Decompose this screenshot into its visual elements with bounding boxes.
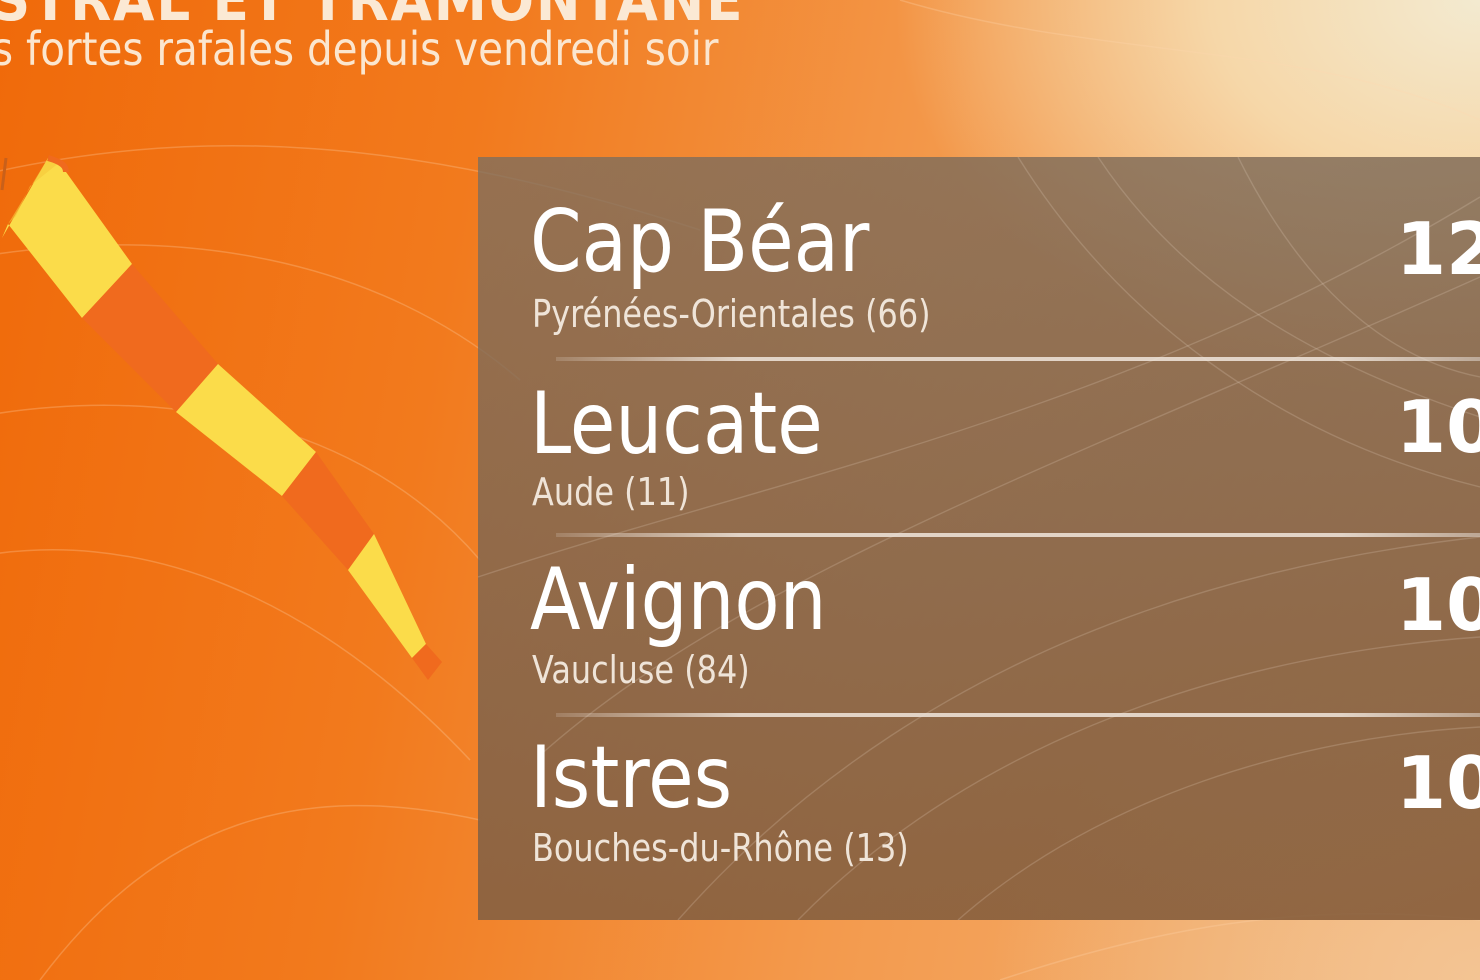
list-item: Cap Béar Pyrénées-Orientales (66) 12 bbox=[478, 157, 1480, 335]
city-name: Istres bbox=[530, 728, 733, 828]
city-name: Leucate bbox=[530, 374, 823, 474]
gust-value: 10 bbox=[1396, 741, 1480, 825]
city-name: Avignon bbox=[530, 550, 827, 650]
department-name: Pyrénées-Orientales (66) bbox=[532, 292, 931, 336]
page-subtitle: s fortes rafales depuis vendredi soir bbox=[0, 22, 719, 76]
gust-value: 12 bbox=[1396, 207, 1480, 291]
department-name: Vaucluse (84) bbox=[532, 648, 750, 692]
gust-value: 10 bbox=[1396, 563, 1480, 647]
department-name: Bouches-du-Rhône (13) bbox=[532, 826, 909, 870]
department-name: Aude (11) bbox=[532, 470, 690, 514]
gust-value: 10 bbox=[1396, 385, 1480, 469]
list-item: Avignon Vaucluse (84) 10 bbox=[478, 513, 1480, 691]
windsock-icon bbox=[0, 155, 442, 680]
list-item: Istres Bouches-du-Rhône (13) 10 bbox=[478, 691, 1480, 869]
list-item: Leucate Aude (11) 10 bbox=[478, 335, 1480, 513]
city-name: Cap Béar bbox=[530, 192, 870, 292]
wind-gust-panel: Cap Béar Pyrénées-Orientales (66) 12 Leu… bbox=[478, 157, 1480, 920]
